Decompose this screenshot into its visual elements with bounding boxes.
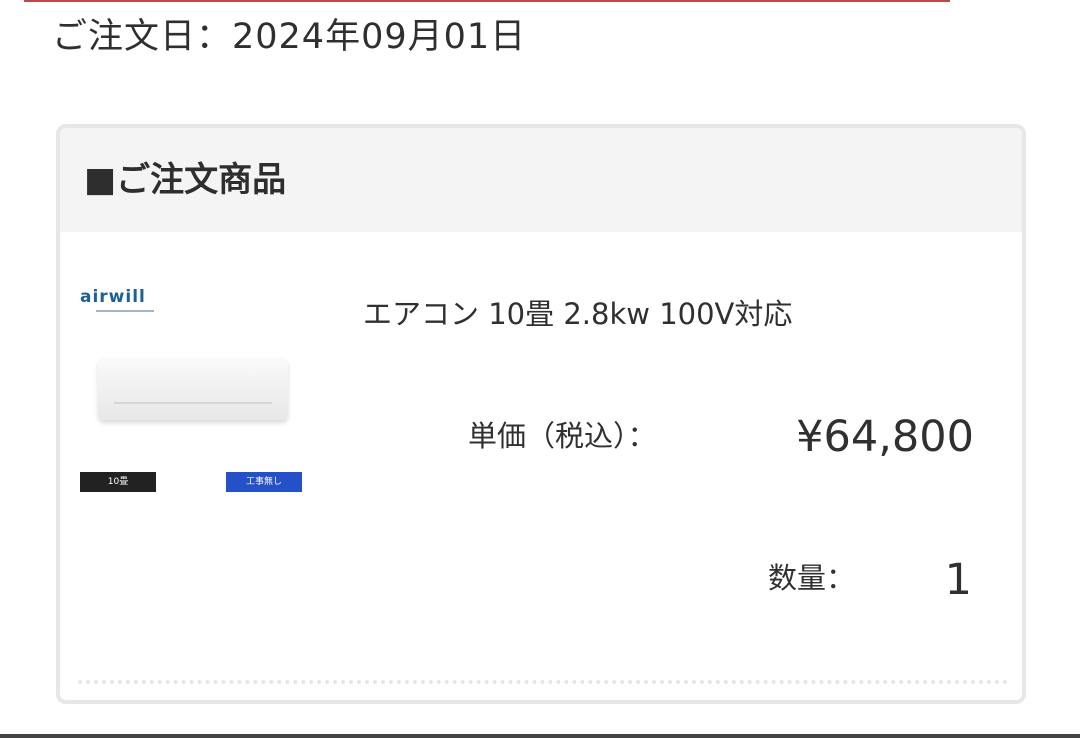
ordered-items-card: ■ご注文商品 airwill 10畳 工事無し エアコン 10畳 2.8kw 1…: [56, 124, 1026, 704]
quantity-label: 数量：: [768, 561, 856, 595]
installation-badge: 工事無し: [226, 472, 302, 492]
bottom-divider: [0, 734, 1080, 738]
dotted-divider: [78, 680, 1008, 684]
brand-logo-rule: [96, 310, 154, 312]
order-detail-page: ご注文日：2024年09月01日 ■ご注文商品 airwill 10畳 工事無し…: [0, 0, 1080, 738]
capacity-badge: 10畳: [80, 472, 156, 492]
unit-price-label: 単価（税込）：: [468, 419, 657, 453]
brand-logo: airwill: [80, 287, 146, 307]
product-name: エアコン 10畳 2.8kw 100V対応: [363, 297, 793, 331]
order-date: ご注文日：2024年09月01日: [52, 17, 527, 57]
air-conditioner-unit-image: [98, 358, 288, 420]
quantity-value: 1: [944, 555, 972, 605]
ordered-items-header: ■ご注文商品: [60, 128, 1022, 232]
unit-price-value: ¥64,800: [796, 412, 974, 462]
product-image: airwill 10畳 工事無し: [80, 278, 308, 506]
air-conditioner-vent-line: [114, 402, 272, 404]
ordered-items-title: ■ご注文商品: [84, 160, 287, 200]
top-accent-line: [24, 0, 950, 2]
